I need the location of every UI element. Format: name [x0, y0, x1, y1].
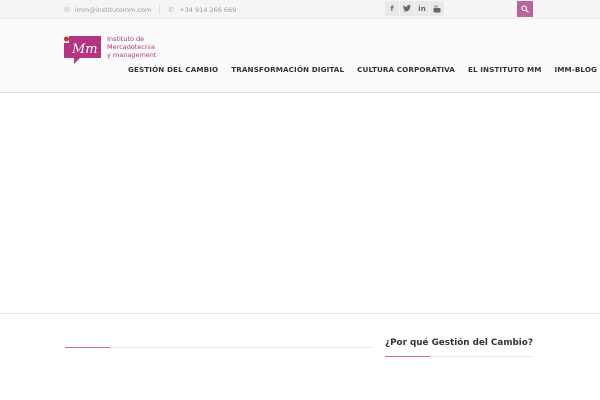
logo-text-line1: Instituto de: [107, 35, 145, 43]
nav-item-transformacion-digital[interactable]: TRANSFORMACIÓN DIGITAL: [231, 65, 344, 74]
nav-item-imm-blog[interactable]: IMM-BLOG: [554, 65, 597, 74]
logo-mark: Mm: [64, 36, 101, 64]
youtube-icon[interactable]: [430, 1, 445, 16]
logo[interactable]: Mm Instituto de Mercadotecnia y manageme…: [64, 33, 174, 69]
main-nav: GESTIÓN DEL CAMBIO TRANSFORMACIÓN DIGITA…: [122, 65, 600, 74]
social-links: f in: [385, 1, 445, 16]
nav-item-gestion-del-cambio[interactable]: GESTIÓN DEL CAMBIO: [128, 65, 218, 74]
envelope-icon: ✉: [64, 5, 70, 14]
site-header: Mm Instituto de Mercadotecnia y manageme…: [0, 19, 600, 93]
twitter-icon[interactable]: [400, 1, 415, 16]
phone-link[interactable]: +34 914 266 669: [179, 6, 236, 14]
phone-icon: ✆: [168, 5, 175, 14]
sidebar-title-accent: [385, 356, 430, 357]
facebook-icon[interactable]: f: [385, 1, 400, 16]
linkedin-icon[interactable]: in: [415, 1, 430, 16]
content-title-rule: [65, 347, 374, 348]
sidebar-title-rule: [385, 356, 533, 357]
logo-text-line2: Mercadotecnia: [107, 43, 155, 51]
logo-text-line3: y management: [107, 51, 157, 59]
nav-item-cultura-corporativa[interactable]: CULTURA CORPORATIVA: [357, 65, 455, 74]
section-divider: [0, 313, 600, 314]
content-title-accent: [65, 347, 110, 348]
divider: [159, 5, 161, 14]
search-icon: [521, 5, 529, 13]
sidebar-title: ¿Por qué Gestión del Cambio?: [385, 338, 533, 348]
nav-item-el-instituto-mm[interactable]: EL INSTITUTO MM: [468, 65, 542, 74]
top-bar: ✉ imm@institutomm.com ✆ +34 914 266 669 …: [0, 0, 600, 19]
email-link[interactable]: imm@institutomm.com: [75, 6, 151, 14]
search-button[interactable]: [517, 1, 533, 17]
svg-text:Mm: Mm: [71, 42, 98, 57]
contact-info: ✉ imm@institutomm.com ✆ +34 914 266 669: [64, 4, 236, 15]
